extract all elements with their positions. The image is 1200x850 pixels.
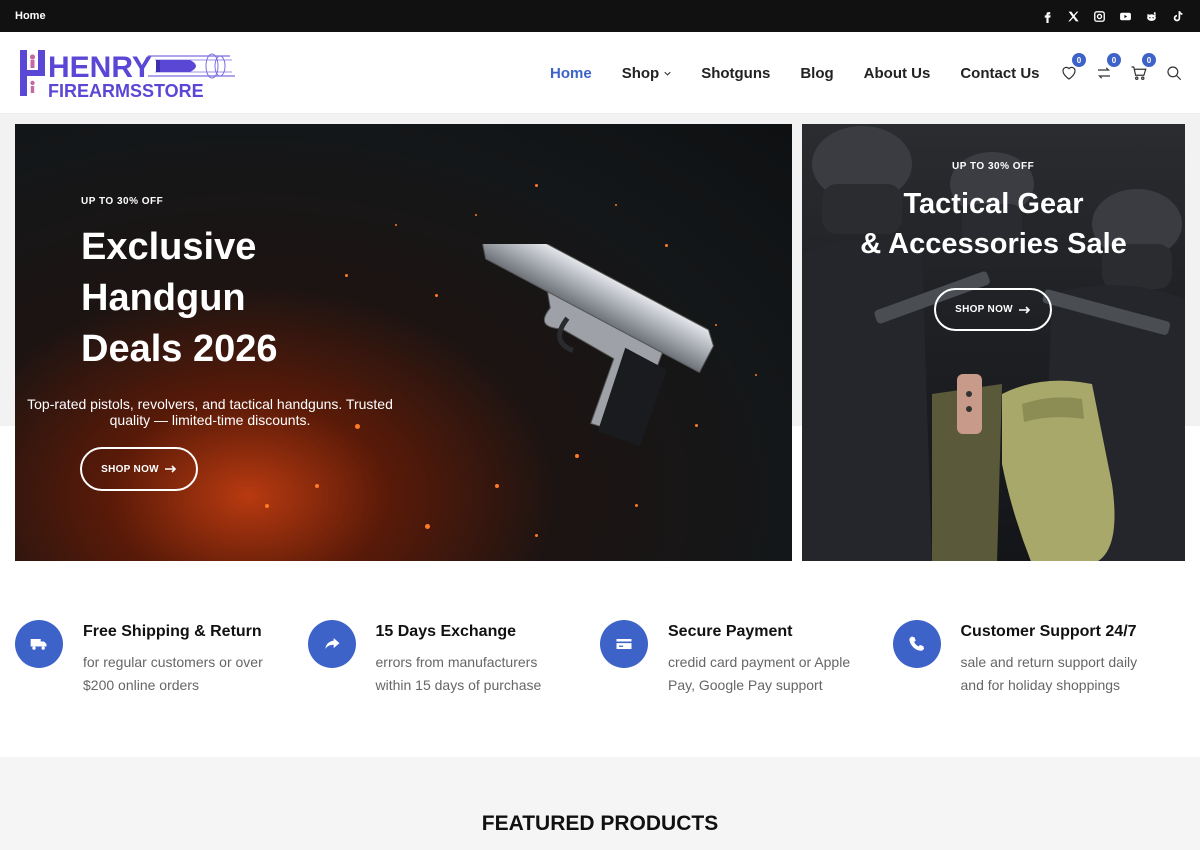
credit-card-icon xyxy=(600,620,648,668)
search-icon xyxy=(1167,66,1182,81)
nav-shotguns[interactable]: Shotguns xyxy=(701,65,770,82)
feature-exchange: 15 Days Exchange errors from manufacture… xyxy=(307,620,601,697)
logo-text-store: FIREARMSSTORE xyxy=(48,81,204,100)
social-links xyxy=(1039,8,1185,24)
wishlist-button[interactable]: 0 xyxy=(1060,53,1086,82)
feature-description: credid card payment or Apple Pay, Google… xyxy=(668,654,851,693)
feature-description: errors from manufacturers within 15 days… xyxy=(375,654,542,693)
phone-icon xyxy=(892,620,941,668)
featured-section xyxy=(0,757,1200,850)
nav-about-us[interactable]: About Us xyxy=(864,65,931,82)
banner-side-title: Tactical Gear & Accessories Sale xyxy=(860,188,1127,260)
tiktok-icon[interactable] xyxy=(1169,8,1185,24)
holster-gloves-image xyxy=(932,374,1115,561)
feature-secure-payment: Secure Payment credid card payment or Ap… xyxy=(600,620,893,697)
featured-products-title: FEATURED PRODUCTS xyxy=(481,812,719,835)
banner-main-description: Top-rated pistols, revolvers, and tactic… xyxy=(27,396,393,428)
arrow-right-icon xyxy=(1018,305,1031,314)
heart-icon xyxy=(1062,66,1076,80)
top-home-link[interactable]: Home xyxy=(15,10,46,22)
nav-contact-us[interactable]: Contact Us xyxy=(960,65,1039,82)
compare-count: 0 xyxy=(1107,53,1121,67)
banner-side-kicker: UP TO 30% OFF xyxy=(952,161,1035,172)
feature-free-shipping: Free Shipping & Return for regular custo… xyxy=(15,620,308,697)
main-nav: Home Shop Shotguns Blog About Us Contact… xyxy=(550,32,1040,114)
feature-description: for regular customers or over $200 onlin… xyxy=(83,654,263,693)
feature-customer-support: Customer Support 24/7 sale and return su… xyxy=(892,620,1186,697)
handgun-image xyxy=(481,244,714,447)
cart-icon xyxy=(1131,66,1147,80)
banner-main-shop-now-button[interactable]: SHOP NOW xyxy=(80,447,198,491)
compare-button[interactable]: 0 xyxy=(1095,53,1121,82)
arrow-right-icon xyxy=(164,465,177,473)
youtube-icon[interactable] xyxy=(1117,8,1133,24)
feature-description: sale and return support daily and for ho… xyxy=(960,654,1138,693)
feature-title: Secure Payment xyxy=(668,623,793,640)
reddit-icon[interactable] xyxy=(1143,8,1159,24)
instagram-icon[interactable] xyxy=(1091,8,1107,24)
nav-shop[interactable]: Shop xyxy=(622,65,672,82)
feature-title: Free Shipping & Return xyxy=(83,623,262,640)
banner-side-shop-now-button[interactable]: SHOP NOW xyxy=(934,288,1052,331)
nav-blog[interactable]: Blog xyxy=(800,65,833,82)
logo-text-henry: HENRY xyxy=(48,51,152,84)
banner-tactical-gear[interactable]: UP TO 30% OFF Tactical Gear & Accessorie… xyxy=(802,124,1185,561)
facebook-icon[interactable] xyxy=(1039,8,1055,24)
banner-main-kicker: UP TO 30% OFF xyxy=(81,196,164,207)
nav-home[interactable]: Home xyxy=(550,65,592,82)
feature-title: 15 Days Exchange xyxy=(375,623,517,640)
share-arrow-icon xyxy=(307,620,356,668)
wishlist-count: 0 xyxy=(1072,53,1086,67)
search-button[interactable] xyxy=(1165,64,1183,82)
compare-arrows-icon xyxy=(1098,67,1110,79)
feature-title: Customer Support 24/7 xyxy=(960,623,1137,640)
cart-button[interactable]: 0 xyxy=(1130,53,1156,82)
header-icons: 0 0 0 xyxy=(1060,32,1183,114)
site-header: HENRY FIREARMSSTORE Home Shop Shotguns B… xyxy=(0,32,1200,114)
chevron-down-icon xyxy=(664,71,671,76)
x-icon[interactable] xyxy=(1065,8,1081,24)
features-row: Free Shipping & Return for regular custo… xyxy=(15,620,1185,697)
site-logo[interactable]: HENRY FIREARMSSTORE xyxy=(20,46,238,101)
bullet-icon xyxy=(148,53,235,79)
banner-handgun-deals[interactable]: UP TO 30% OFF Exclusive Handgun Deals 20… xyxy=(15,124,792,561)
cart-count: 0 xyxy=(1142,53,1156,67)
truck-icon xyxy=(15,620,63,668)
top-bar: Home xyxy=(0,0,1200,32)
banner-main-title: Exclusive Handgun Deals 2026 xyxy=(81,226,278,370)
